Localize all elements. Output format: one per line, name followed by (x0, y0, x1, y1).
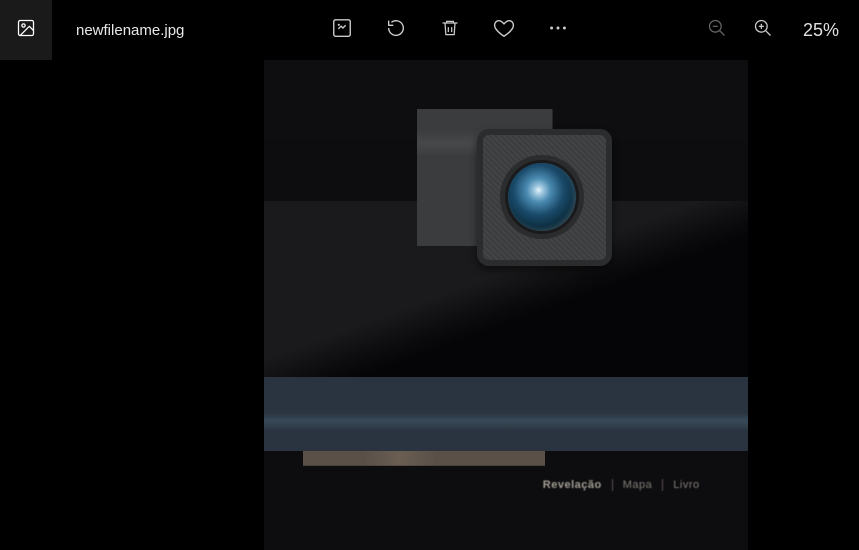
zoom-level[interactable]: 25% (797, 20, 839, 41)
edit-image-icon (331, 17, 353, 44)
more-button[interactable] (546, 18, 570, 42)
photo-content: Revelação Mapa Livro (264, 60, 748, 550)
favorite-button[interactable] (492, 18, 516, 42)
top-toolbar: newfilename.jpg (0, 0, 859, 60)
rotate-icon (385, 17, 407, 44)
edit-image-button[interactable] (330, 18, 354, 42)
image-icon (16, 18, 36, 43)
screen-word: Revelação (533, 479, 602, 491)
toolbar-right: 25% (705, 0, 839, 60)
app-tab[interactable] (0, 0, 52, 60)
photo-screen-text: Revelação Mapa Livro (533, 479, 700, 491)
trash-icon (440, 18, 460, 43)
more-icon (547, 17, 569, 44)
delete-button[interactable] (438, 18, 462, 42)
zoom-out-icon (707, 18, 727, 43)
filename-label: newfilename.jpg (76, 22, 184, 39)
rotate-button[interactable] (384, 18, 408, 42)
image-canvas[interactable]: Revelação Mapa Livro (0, 60, 859, 550)
image-frame: Revelação Mapa Livro (264, 60, 748, 550)
zoom-out-button[interactable] (705, 18, 729, 42)
screen-word: Mapa (612, 479, 653, 491)
screen-word: Livro (662, 479, 699, 491)
heart-icon (493, 17, 515, 44)
zoom-in-button[interactable] (751, 18, 775, 42)
zoom-in-icon (753, 18, 773, 43)
toolbar-center (330, 0, 570, 60)
